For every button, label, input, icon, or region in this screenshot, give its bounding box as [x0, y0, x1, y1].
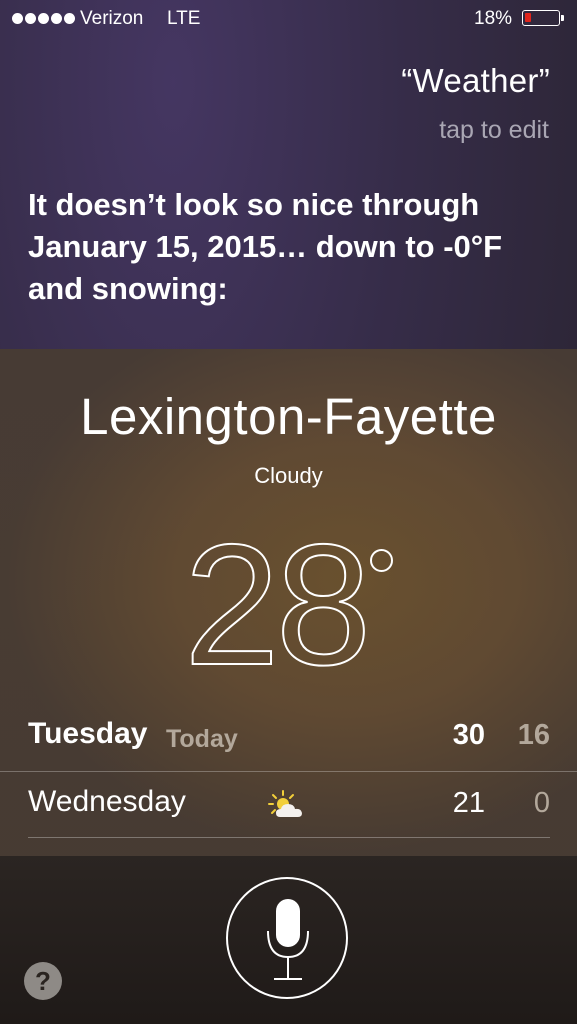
weather-condition: Cloudy — [254, 463, 323, 488]
weather-card[interactable]: Lexington-Fayette Cloudy 28 Tuesday Toda… — [0, 349, 577, 856]
battery-level — [525, 13, 531, 22]
degree-symbol — [370, 549, 393, 572]
forecast-row-today: Tuesday Today 30 16 — [0, 707, 577, 769]
siri-query[interactable]: “Weather” — [401, 62, 550, 100]
high-temp: 21 — [452, 787, 485, 819]
day-name: Tuesday — [28, 717, 148, 750]
battery-percent: 18% — [474, 8, 513, 29]
current-temperature: 28 — [183, 509, 372, 701]
signal-strength-icon — [12, 13, 75, 24]
day-name: Wednesday — [28, 785, 186, 818]
siri-response: It doesn’t look so nice through January … — [28, 187, 503, 306]
status-bar: Verizon LTE 18% — [0, 0, 577, 38]
help-button[interactable]: ? — [24, 962, 62, 1000]
microphone-icon — [267, 899, 309, 980]
high-temp: 30 — [452, 719, 485, 751]
battery-nub — [561, 15, 564, 21]
battery-icon — [522, 10, 560, 26]
microphone-button[interactable] — [226, 877, 348, 999]
low-temp: 0 — [533, 787, 550, 819]
low-temp: 16 — [517, 719, 550, 751]
network-type: LTE — [167, 8, 201, 29]
city-name: Lexington-Fayette — [80, 388, 497, 445]
carrier-name: Verizon — [80, 8, 144, 29]
forecast-row-wednesday: Wednesday 21 0 — [0, 775, 577, 837]
row-divider — [0, 771, 577, 772]
today-label: Today — [166, 725, 238, 753]
tap-to-edit-link[interactable]: tap to edit — [439, 116, 549, 145]
siri-screen: Verizon LTE 18% “Weather” tap to edit It… — [0, 0, 577, 1024]
row-divider — [28, 837, 550, 838]
partly-cloudy-icon — [268, 790, 302, 817]
siri-bottom-bar: ? — [0, 856, 577, 1024]
